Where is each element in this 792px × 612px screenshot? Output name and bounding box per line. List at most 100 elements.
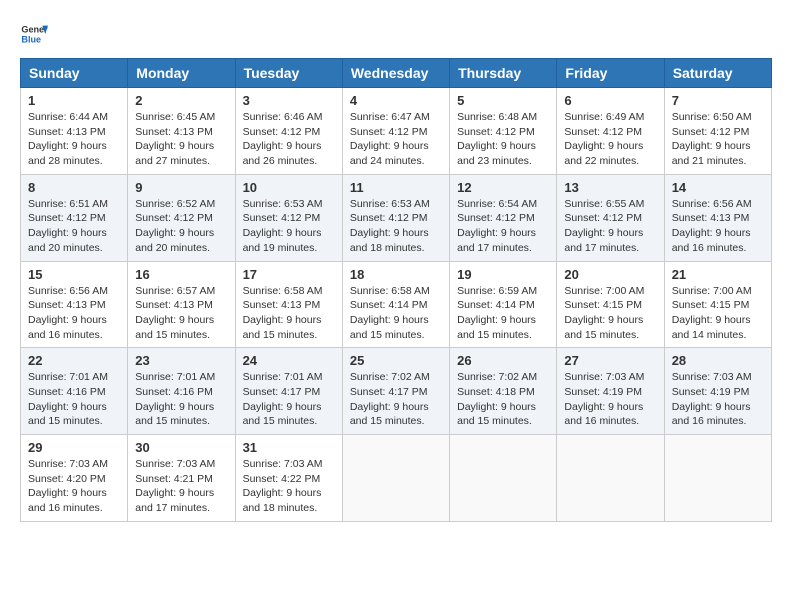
- logo: General Blue: [20, 20, 48, 48]
- day-detail: Sunrise: 7:01 AMSunset: 4:16 PMDaylight:…: [28, 370, 120, 429]
- day-number: 1: [28, 93, 120, 108]
- day-number: 9: [135, 180, 227, 195]
- page-header: General Blue: [20, 20, 772, 48]
- calendar-day-cell: 22 Sunrise: 7:01 AMSunset: 4:16 PMDayligh…: [21, 348, 128, 435]
- day-number: 22: [28, 353, 120, 368]
- day-number: 30: [135, 440, 227, 455]
- day-number: 11: [350, 180, 442, 195]
- calendar-day-cell: 29 Sunrise: 7:03 AMSunset: 4:20 PMDayligh…: [21, 435, 128, 522]
- day-number: 23: [135, 353, 227, 368]
- calendar-day-cell: 5 Sunrise: 6:48 AMSunset: 4:12 PMDaylight…: [450, 88, 557, 175]
- day-detail: Sunrise: 6:51 AMSunset: 4:12 PMDaylight:…: [28, 197, 120, 256]
- day-number: 26: [457, 353, 549, 368]
- calendar-day-cell: [557, 435, 664, 522]
- calendar-day-cell: 8 Sunrise: 6:51 AMSunset: 4:12 PMDaylight…: [21, 174, 128, 261]
- day-detail: Sunrise: 7:03 AMSunset: 4:21 PMDaylight:…: [135, 457, 227, 516]
- day-number: 13: [564, 180, 656, 195]
- weekday-header-cell: Wednesday: [342, 59, 449, 88]
- day-detail: Sunrise: 6:48 AMSunset: 4:12 PMDaylight:…: [457, 110, 549, 169]
- day-detail: Sunrise: 6:52 AMSunset: 4:12 PMDaylight:…: [135, 197, 227, 256]
- day-detail: Sunrise: 7:03 AMSunset: 4:19 PMDaylight:…: [672, 370, 764, 429]
- day-number: 8: [28, 180, 120, 195]
- calendar-day-cell: 27 Sunrise: 7:03 AMSunset: 4:19 PMDayligh…: [557, 348, 664, 435]
- calendar-day-cell: 24 Sunrise: 7:01 AMSunset: 4:17 PMDayligh…: [235, 348, 342, 435]
- day-number: 31: [243, 440, 335, 455]
- calendar-day-cell: 18Sunrise: 6:58 AMSunset: 4:14 PMDayligh…: [342, 261, 449, 348]
- calendar-day-cell: 21Sunrise: 7:00 AMSunset: 4:15 PMDayligh…: [664, 261, 771, 348]
- day-number: 12: [457, 180, 549, 195]
- day-detail: Sunrise: 7:01 AMSunset: 4:17 PMDaylight:…: [243, 370, 335, 429]
- day-number: 3: [243, 93, 335, 108]
- calendar-day-cell: 23 Sunrise: 7:01 AMSunset: 4:16 PMDayligh…: [128, 348, 235, 435]
- day-number: 5: [457, 93, 549, 108]
- calendar-day-cell: 3 Sunrise: 6:46 AMSunset: 4:12 PMDaylight…: [235, 88, 342, 175]
- calendar-table: SundayMondayTuesdayWednesdayThursdayFrid…: [20, 58, 772, 522]
- calendar-week-row: 22 Sunrise: 7:01 AMSunset: 4:16 PMDayligh…: [21, 348, 772, 435]
- weekday-header-cell: Monday: [128, 59, 235, 88]
- calendar-day-cell: 19Sunrise: 6:59 AMSunset: 4:14 PMDayligh…: [450, 261, 557, 348]
- calendar-day-cell: 20 Sunrise: 7:00 AMSunset: 4:15 PMDayligh…: [557, 261, 664, 348]
- day-number: 4: [350, 93, 442, 108]
- calendar-day-cell: 9 Sunrise: 6:52 AMSunset: 4:12 PMDaylight…: [128, 174, 235, 261]
- day-detail: Sunrise: 7:00 AMSunset: 4:15 PMDaylight:…: [672, 284, 764, 343]
- calendar-day-cell: 12Sunrise: 6:54 AMSunset: 4:12 PMDayligh…: [450, 174, 557, 261]
- svg-text:Blue: Blue: [21, 34, 41, 44]
- day-number: 28: [672, 353, 764, 368]
- day-number: 14: [672, 180, 764, 195]
- day-detail: Sunrise: 6:53 AMSunset: 4:12 PMDaylight:…: [243, 197, 335, 256]
- calendar-day-cell: 30 Sunrise: 7:03 AMSunset: 4:21 PMDayligh…: [128, 435, 235, 522]
- day-detail: Sunrise: 7:02 AMSunset: 4:17 PMDaylight:…: [350, 370, 442, 429]
- calendar-week-row: 15Sunrise: 6:56 AMSunset: 4:13 PMDayligh…: [21, 261, 772, 348]
- day-detail: Sunrise: 6:58 AMSunset: 4:14 PMDaylight:…: [350, 284, 442, 343]
- calendar-day-cell: 10 Sunrise: 6:53 AMSunset: 4:12 PMDayligh…: [235, 174, 342, 261]
- calendar-body: 1Sunrise: 6:44 AMSunset: 4:13 PMDaylight…: [21, 88, 772, 522]
- day-detail: Sunrise: 6:56 AMSunset: 4:13 PMDaylight:…: [672, 197, 764, 256]
- day-detail: Sunrise: 6:46 AMSunset: 4:12 PMDaylight:…: [243, 110, 335, 169]
- day-detail: Sunrise: 6:57 AMSunset: 4:13 PMDaylight:…: [135, 284, 227, 343]
- day-detail: Sunrise: 6:50 AMSunset: 4:12 PMDaylight:…: [672, 110, 764, 169]
- calendar-day-cell: [664, 435, 771, 522]
- day-number: 29: [28, 440, 120, 455]
- day-detail: Sunrise: 6:47 AMSunset: 4:12 PMDaylight:…: [350, 110, 442, 169]
- day-number: 7: [672, 93, 764, 108]
- logo-icon: General Blue: [20, 20, 48, 48]
- calendar-week-row: 1Sunrise: 6:44 AMSunset: 4:13 PMDaylight…: [21, 88, 772, 175]
- day-number: 17: [243, 267, 335, 282]
- day-detail: Sunrise: 6:53 AMSunset: 4:12 PMDaylight:…: [350, 197, 442, 256]
- day-number: 20: [564, 267, 656, 282]
- day-detail: Sunrise: 7:00 AMSunset: 4:15 PMDaylight:…: [564, 284, 656, 343]
- weekday-header-row: SundayMondayTuesdayWednesdayThursdayFrid…: [21, 59, 772, 88]
- calendar-day-cell: 28 Sunrise: 7:03 AMSunset: 4:19 PMDayligh…: [664, 348, 771, 435]
- day-number: 24: [243, 353, 335, 368]
- day-number: 2: [135, 93, 227, 108]
- calendar-day-cell: 4 Sunrise: 6:47 AMSunset: 4:12 PMDaylight…: [342, 88, 449, 175]
- calendar-day-cell: 1Sunrise: 6:44 AMSunset: 4:13 PMDaylight…: [21, 88, 128, 175]
- day-detail: Sunrise: 7:03 AMSunset: 4:20 PMDaylight:…: [28, 457, 120, 516]
- day-detail: Sunrise: 6:49 AMSunset: 4:12 PMDaylight:…: [564, 110, 656, 169]
- calendar-day-cell: 11 Sunrise: 6:53 AMSunset: 4:12 PMDayligh…: [342, 174, 449, 261]
- weekday-header-cell: Sunday: [21, 59, 128, 88]
- day-number: 19: [457, 267, 549, 282]
- day-number: 27: [564, 353, 656, 368]
- day-detail: Sunrise: 7:02 AMSunset: 4:18 PMDaylight:…: [457, 370, 549, 429]
- calendar-day-cell: 6Sunrise: 6:49 AMSunset: 4:12 PMDaylight…: [557, 88, 664, 175]
- calendar-day-cell: 7 Sunrise: 6:50 AMSunset: 4:12 PMDaylight…: [664, 88, 771, 175]
- day-number: 25: [350, 353, 442, 368]
- day-detail: Sunrise: 7:01 AMSunset: 4:16 PMDaylight:…: [135, 370, 227, 429]
- day-detail: Sunrise: 7:03 AMSunset: 4:22 PMDaylight:…: [243, 457, 335, 516]
- weekday-header-cell: Saturday: [664, 59, 771, 88]
- calendar-week-row: 8 Sunrise: 6:51 AMSunset: 4:12 PMDaylight…: [21, 174, 772, 261]
- calendar-day-cell: 15Sunrise: 6:56 AMSunset: 4:13 PMDayligh…: [21, 261, 128, 348]
- calendar-day-cell: [450, 435, 557, 522]
- calendar-day-cell: 16 Sunrise: 6:57 AMSunset: 4:13 PMDayligh…: [128, 261, 235, 348]
- calendar-day-cell: 26 Sunrise: 7:02 AMSunset: 4:18 PMDayligh…: [450, 348, 557, 435]
- calendar-day-cell: 31 Sunrise: 7:03 AMSunset: 4:22 PMDayligh…: [235, 435, 342, 522]
- day-detail: Sunrise: 7:03 AMSunset: 4:19 PMDaylight:…: [564, 370, 656, 429]
- calendar-week-row: 29 Sunrise: 7:03 AMSunset: 4:20 PMDayligh…: [21, 435, 772, 522]
- day-detail: Sunrise: 6:56 AMSunset: 4:13 PMDaylight:…: [28, 284, 120, 343]
- day-number: 16: [135, 267, 227, 282]
- day-number: 10: [243, 180, 335, 195]
- calendar-day-cell: [342, 435, 449, 522]
- day-detail: Sunrise: 6:55 AMSunset: 4:12 PMDaylight:…: [564, 197, 656, 256]
- weekday-header-cell: Tuesday: [235, 59, 342, 88]
